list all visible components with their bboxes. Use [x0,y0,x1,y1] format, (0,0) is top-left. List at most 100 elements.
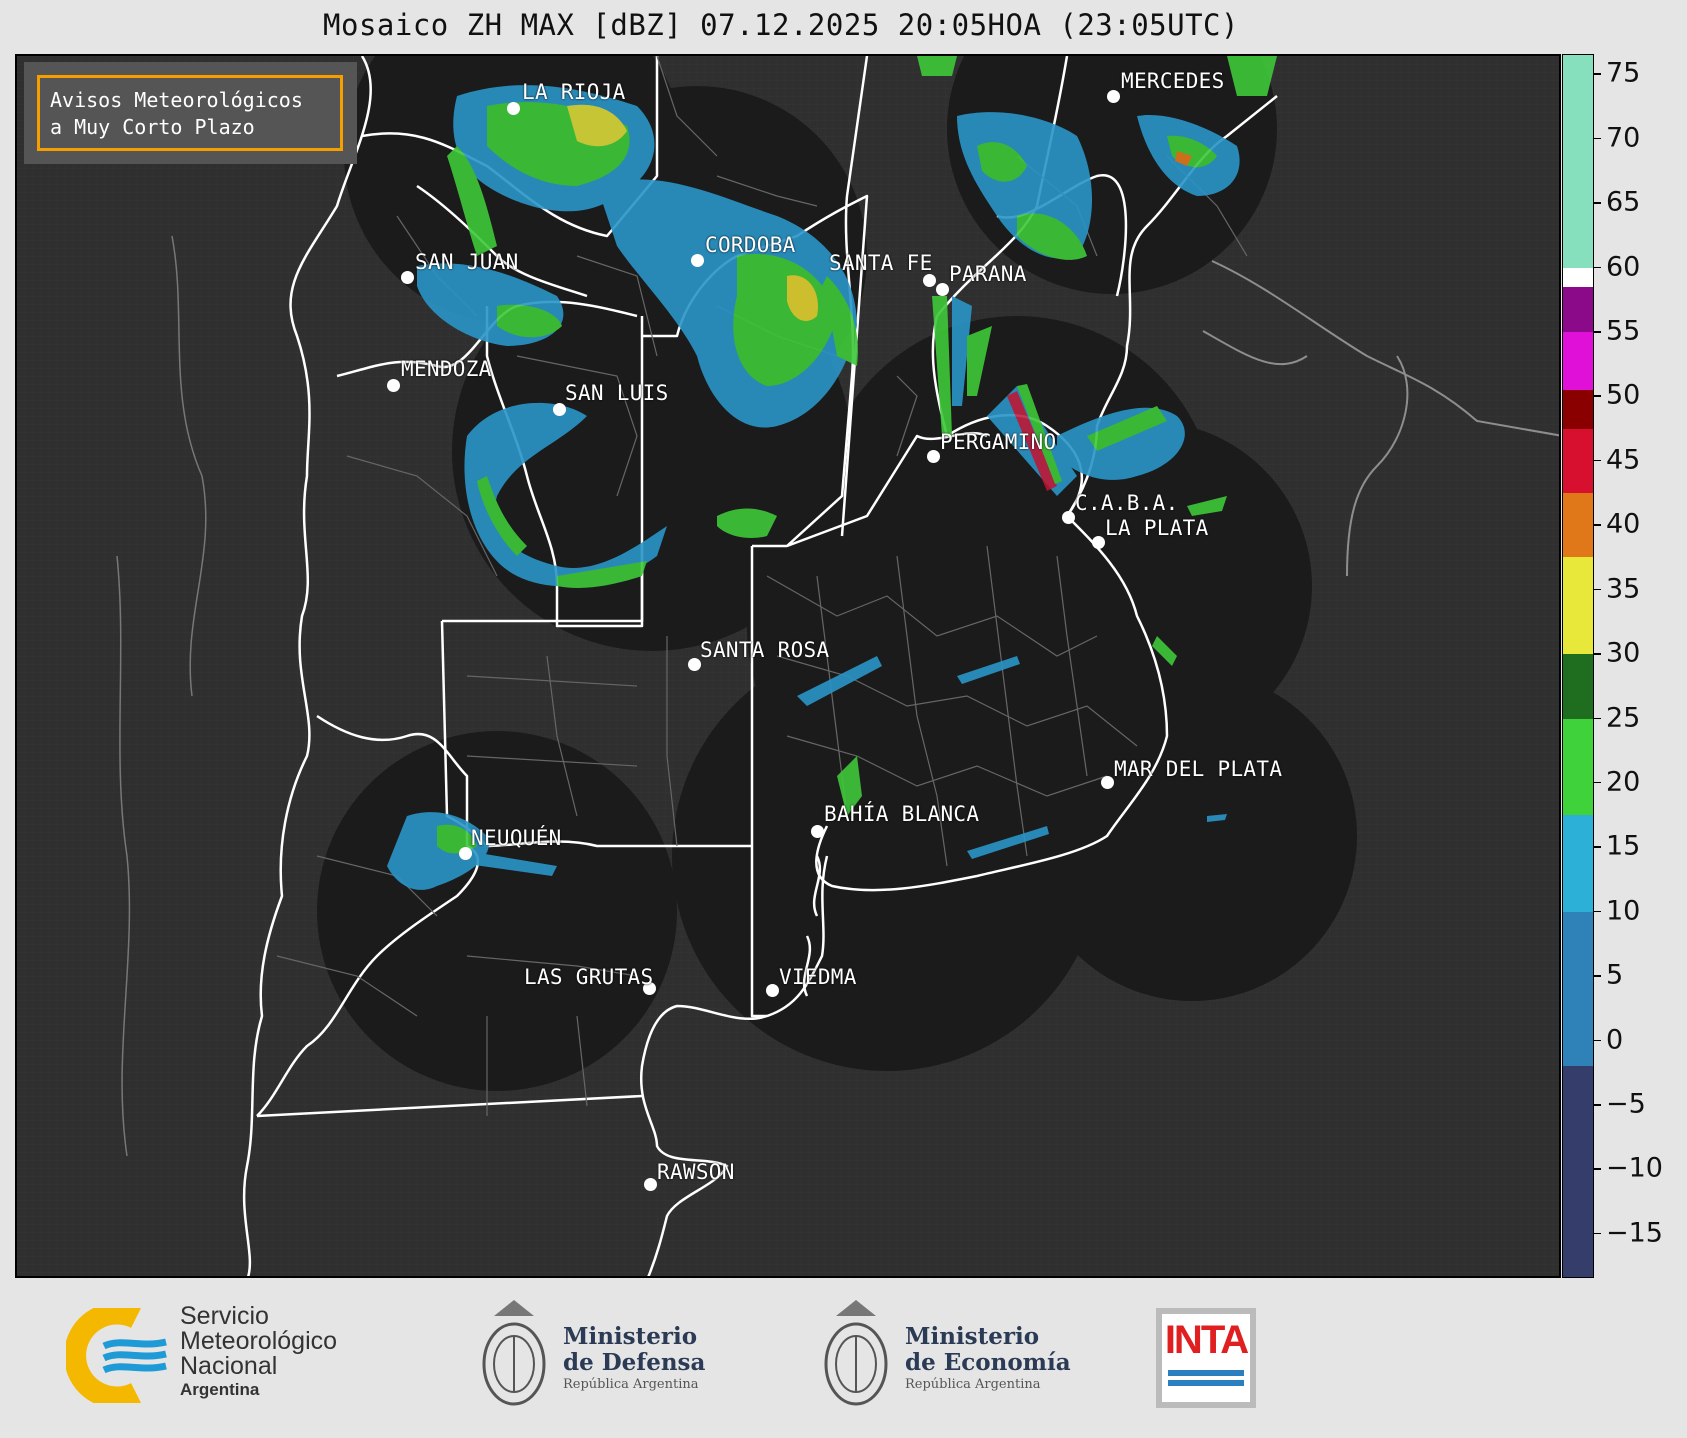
colorbar-tick-label: 35 [1606,573,1641,605]
colorbar-band [1563,718,1593,816]
colorbar-tick-label: 0 [1606,1024,1624,1056]
footer-logos: Servicio Meteorológico Nacional Argentin… [0,1278,1687,1438]
colorbar-tick [1594,975,1601,977]
colorbar-tick [1594,1168,1601,1170]
colorbar-tick [1594,137,1601,140]
colorbar-tick-label: 20 [1606,766,1641,798]
avisos-line1: Avisos Meteorológicos [50,88,303,112]
city-dot-viedma [766,984,779,997]
city-label-san-juan: SAN JUAN [415,250,519,274]
city-label-cordoba: CORDOBA [705,233,796,257]
colorbar-tick [1594,1039,1601,1042]
city-label-neuquen: NEUQUÉN [471,826,562,850]
colorbar-band [1563,267,1593,287]
radar-circle-neuquen [317,731,677,1091]
city-label-la-plata: LA PLATA [1105,516,1209,540]
colorbar-band [1563,654,1593,719]
colorbar-tick-label: 15 [1606,830,1641,862]
city-dot-mendoza [387,379,400,392]
city-label-la-rioja: LA RIOJA [522,80,626,104]
colorbar-tick-label: 25 [1606,702,1641,734]
economia-line2: de Economía [905,1349,1071,1376]
city-label-viedma: VIEDMA [779,965,857,989]
city-label-parana: PARANA [949,262,1027,286]
smn-logo-text: Servicio Meteorológico Nacional Argentin… [180,1304,337,1401]
city-dot-la-plata [1092,536,1105,549]
avisos-line2: a Muy Corto Plazo [50,115,255,139]
colorbar-tick-label: 65 [1606,186,1641,218]
colorbar-tick [1594,1232,1601,1235]
colorbar-tick-label: 5 [1606,959,1624,991]
colorbar-tick [1594,846,1601,848]
city-label-bahia-blanca: BAHÍA BLANCA [824,802,980,826]
colorbar-tick-label: 45 [1606,444,1641,476]
smn-line2: Meteorológico [180,1327,338,1355]
colorbar-tick [1594,524,1601,526]
city-label-caba: C.A.B.A. [1075,491,1179,515]
colorbar-tick-label: 60 [1606,251,1641,283]
colorbar [1562,54,1594,1278]
city-label-san-luis: SAN LUIS [565,381,669,405]
colorbar-tick [1594,1104,1601,1106]
defensa-seal-icon [482,1300,546,1406]
city-dot-santa-fe [923,274,936,287]
city-dot-mercedes [1107,90,1120,103]
defensa-line2: de Defensa [563,1349,706,1376]
city-label-santa-rosa: SANTA ROSA [700,638,830,662]
colorbar-band [1563,911,1593,1067]
smn-logo-icon [66,1308,167,1403]
colorbar-tick [1594,588,1601,591]
city-dot-san-juan [401,271,414,284]
colorbar-tick [1594,781,1601,784]
inta-logo-icon: INTA [1156,1308,1256,1408]
colorbar-tick [1594,73,1601,75]
city-label-mendoza: MENDOZA [401,357,492,381]
colorbar-band [1563,55,1593,268]
colorbar-band [1563,557,1593,655]
colorbar-tick-label: 50 [1606,379,1641,411]
city-dot-cordoba [691,254,704,267]
colorbar-tick-label: 10 [1606,895,1641,927]
city-label-santa-fe: SANTA FE [829,251,933,275]
smn-line1: Servicio [180,1302,269,1330]
colorbar-tick-label: 40 [1606,508,1641,540]
defensa-line3: República Argentina [563,1377,699,1392]
city-dot-la-rioja [507,102,520,115]
colorbar-band [1563,1066,1593,1277]
avisos-link[interactable]: Avisos Meteorológicos a Muy Corto Plazo [37,75,343,151]
city-dot-mar-del-plata [1101,776,1114,789]
economia-line3: República Argentina [905,1377,1041,1392]
colorbar-tick [1594,202,1601,204]
radar-map[interactable]: LA RIOJA SAN JUAN CORDOBA SANTA FE PARAN… [15,54,1561,1278]
colorbar-tick-label: −15 [1606,1217,1663,1249]
map-title: Mosaico ZH MAX [dBZ] 07.12.2025 20:05HOA… [323,8,1239,42]
colorbar-tick [1594,395,1601,397]
economia-line1: Ministerio [905,1323,1040,1350]
city-label-las-grutas: LAS GRUTAS [524,965,654,989]
colorbar-tick-label: 70 [1606,122,1641,154]
colorbar-tick-label: 75 [1606,57,1641,89]
colorbar-tick-label: 30 [1606,637,1641,669]
defensa-line1: Ministerio [563,1323,698,1350]
city-dot-caba [1062,511,1075,524]
colorbar-tick [1594,331,1601,333]
economia-seal-icon [824,1300,888,1406]
colorbar-tick [1594,910,1601,913]
colorbar-band [1563,493,1593,558]
city-label-mercedes: MERCEDES [1121,69,1225,93]
smn-line4: Argentina [180,1380,260,1399]
colorbar-tick [1594,717,1601,720]
city-label-rawson: RAWSON [657,1160,735,1184]
city-dot-pergamino [927,450,940,463]
avisos-panel[interactable]: Avisos Meteorológicos a Muy Corto Plazo [24,62,357,164]
inta-logo-text: INTA [1164,1318,1249,1362]
city-dot-rawson [644,1178,657,1191]
colorbar-band [1563,428,1593,494]
colorbar-tick [1594,653,1601,655]
city-dot-bahia-blanca [811,825,824,838]
defensa-logo-text: Ministerio de Defensa República Argentin… [563,1324,705,1394]
radar-circle-mdp [1027,671,1357,1001]
colorbar-band [1563,815,1593,912]
colorbar-tick-label: −10 [1606,1152,1663,1184]
colorbar-band [1563,286,1593,332]
